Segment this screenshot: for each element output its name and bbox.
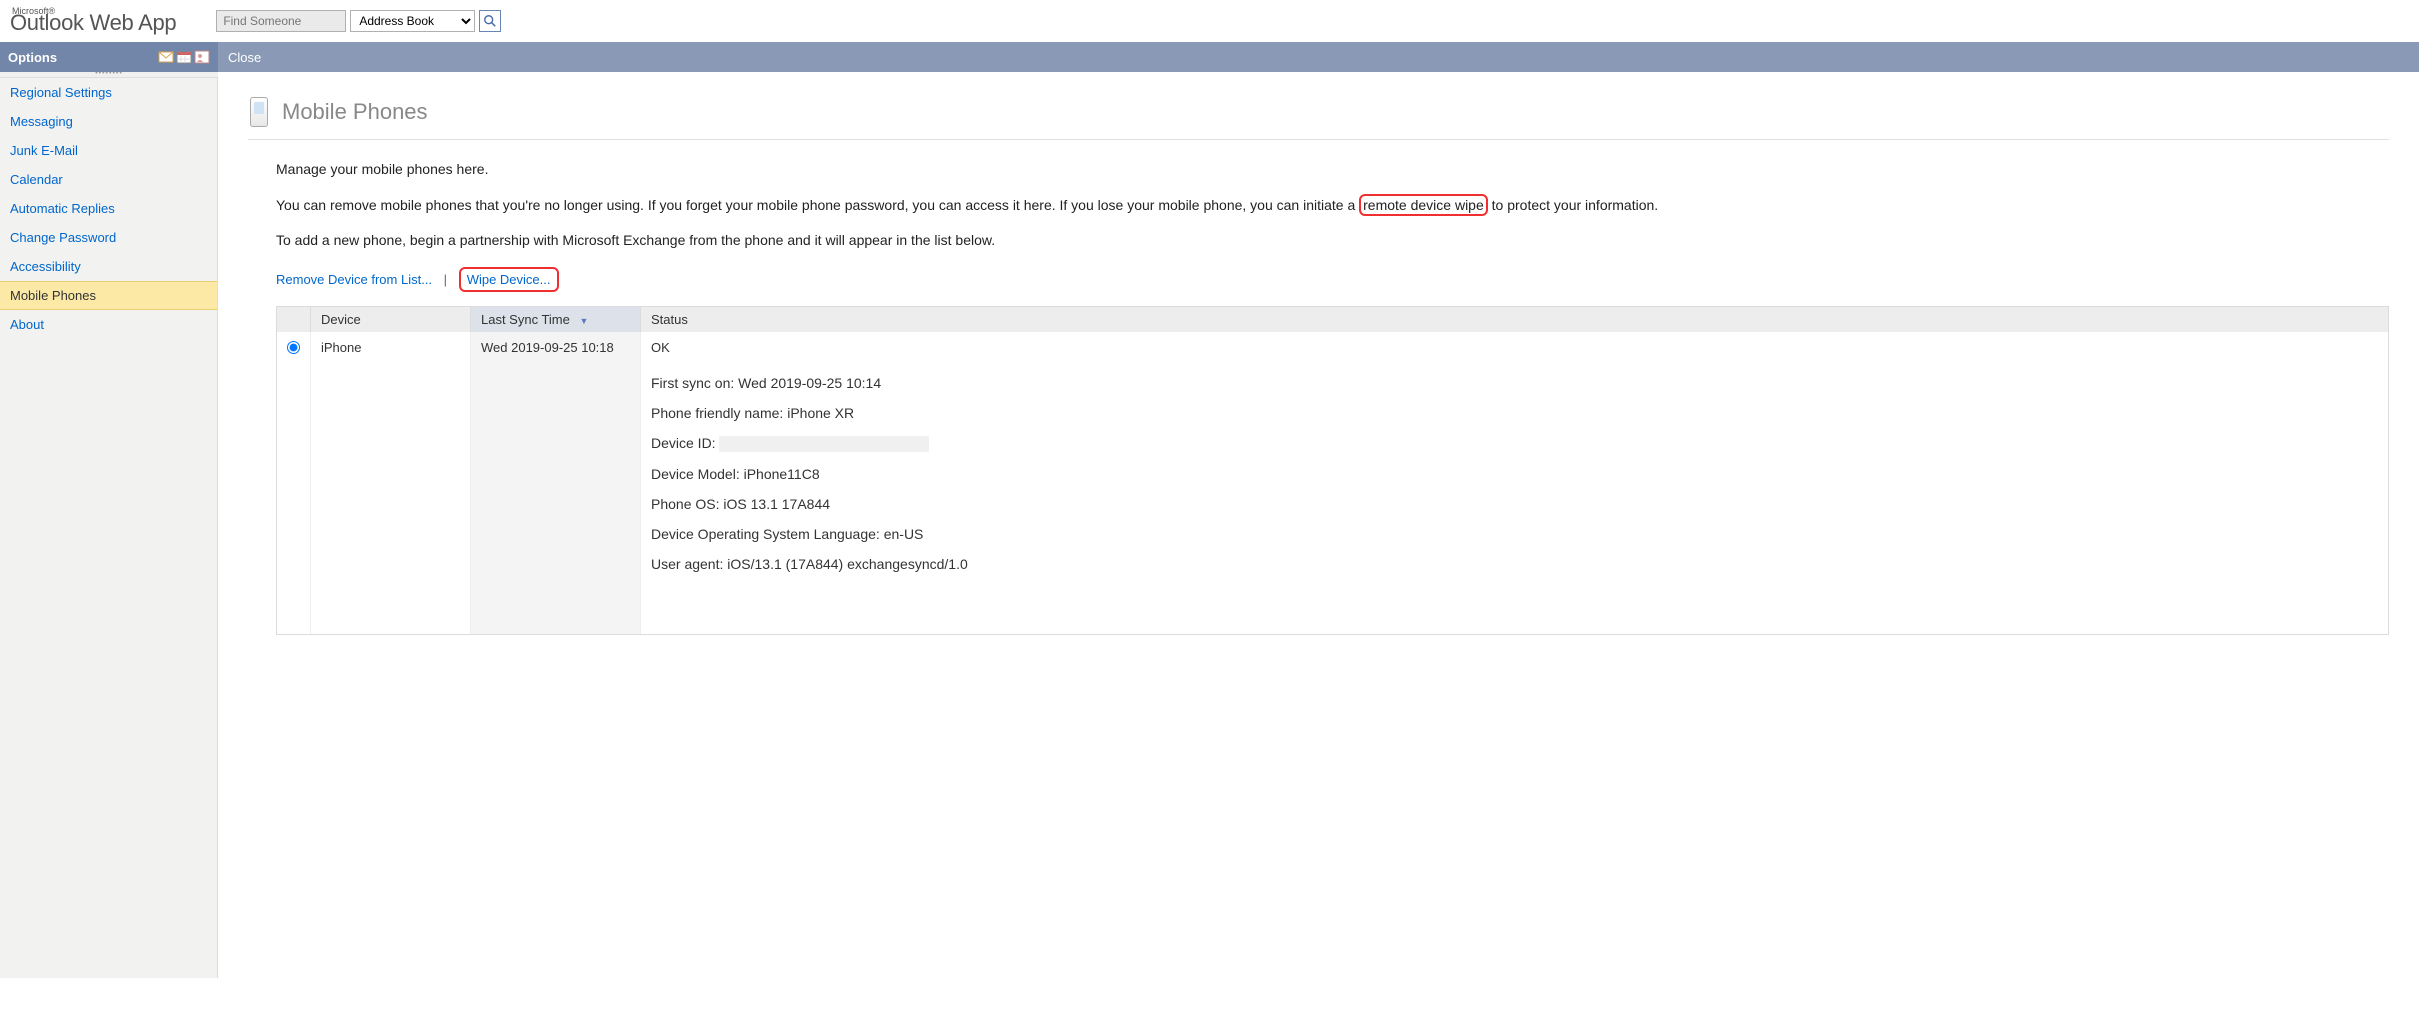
action-row: Remove Device from List... | Wipe Device… [248, 267, 2389, 292]
highlight-wipe-device: Wipe Device... [459, 267, 559, 292]
intro-line-2: You can remove mobile phones that you're… [248, 196, 2389, 216]
contacts-icon[interactable] [194, 50, 210, 64]
row-select-radio[interactable] [287, 341, 300, 354]
action-separator: | [444, 272, 447, 287]
table-row[interactable]: iPhone Wed 2019-09-25 10:18 OK First syn… [277, 332, 2388, 594]
sidebar-header: Options [0, 42, 218, 72]
wipe-device-link[interactable]: Wipe Device... [467, 272, 551, 287]
sidebar-item-calendar[interactable]: Calendar [0, 165, 217, 194]
col-last-sync[interactable]: Last Sync Time ▼ [471, 307, 641, 332]
top-bar: Microsoft® Outlook Web App Address Book [0, 0, 2419, 42]
sidebar-header-icons [158, 50, 210, 64]
device-details: First sync on: Wed 2019-09-25 10:14 Phon… [651, 375, 2378, 572]
sort-desc-icon: ▼ [580, 316, 589, 326]
sidebar-item-junk-e-mail[interactable]: Junk E-Mail [0, 136, 217, 165]
page-title-row: Mobile Phones [248, 97, 2389, 140]
address-book-select[interactable]: Address Book [350, 10, 475, 32]
cell-device: iPhone [311, 332, 471, 594]
sidebar-item-messaging[interactable]: Messaging [0, 107, 217, 136]
mail-icon[interactable] [158, 50, 174, 64]
mobile-phone-icon [250, 97, 268, 127]
page-title: Mobile Phones [282, 99, 428, 125]
sidebar-item-change-password[interactable]: Change Password [0, 223, 217, 252]
device-id-masked [719, 436, 929, 452]
logo-app: Outlook Web App [10, 10, 176, 35]
logo: Microsoft® Outlook Web App [10, 6, 176, 36]
sidebar-item-regional-settings[interactable]: Regional Settings [0, 78, 217, 107]
col-select [277, 307, 311, 332]
calendar-icon[interactable] [176, 50, 192, 64]
table-spacer [277, 594, 2388, 634]
sidebar-item-accessibility[interactable]: Accessibility [0, 252, 217, 281]
status-value: OK [651, 340, 2378, 355]
intro-text: Manage your mobile phones here. You can … [248, 160, 2389, 251]
search-icon [483, 14, 497, 28]
intro-line-3: To add a new phone, begin a partnership … [248, 231, 2389, 251]
sidebar-item-mobile-phones[interactable]: Mobile Phones [0, 281, 217, 310]
col-device[interactable]: Device [311, 307, 471, 332]
find-someone-input[interactable] [216, 10, 346, 32]
cell-status: OK First sync on: Wed 2019-09-25 10:14 P… [641, 332, 2389, 594]
devices-table: Device Last Sync Time ▼ Status iPhone [276, 306, 2389, 635]
intro-line-1: Manage your mobile phones here. [248, 160, 2389, 180]
search-button[interactable] [479, 10, 501, 32]
main-header: Close [218, 42, 2419, 72]
highlight-remote-wipe: remote device wipe [1359, 194, 1488, 216]
col-status[interactable]: Status [641, 307, 2389, 332]
sidebar-item-about[interactable]: About [0, 310, 217, 339]
remove-device-link[interactable]: Remove Device from List... [276, 272, 432, 287]
main: Close Mobile Phones Manage your mobile p… [218, 42, 2419, 978]
sidebar: Options •••••••• Regional SettingsMessag… [0, 42, 218, 978]
cell-last-sync: Wed 2019-09-25 10:18 [471, 332, 641, 594]
sidebar-item-automatic-replies[interactable]: Automatic Replies [0, 194, 217, 223]
close-link[interactable]: Close [228, 50, 261, 65]
sidebar-title: Options [8, 50, 57, 65]
